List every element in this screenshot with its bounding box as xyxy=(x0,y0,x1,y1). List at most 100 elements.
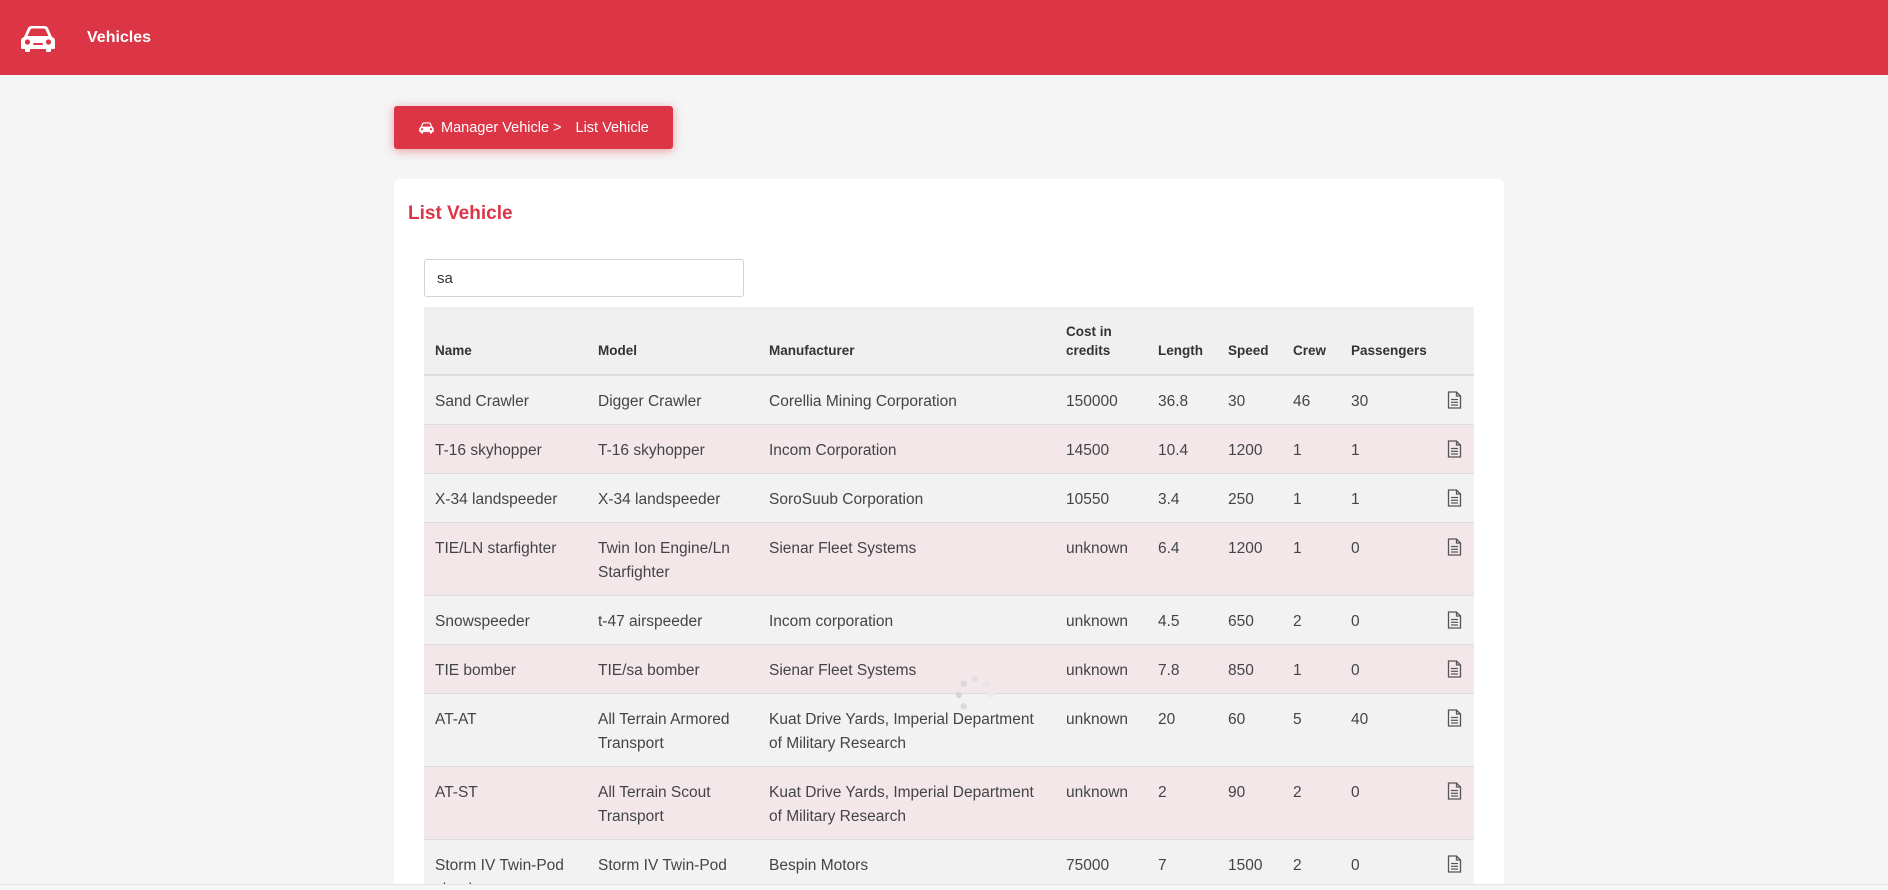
cell-crew: 5 xyxy=(1282,693,1340,767)
cell-crew: 1 xyxy=(1282,644,1340,694)
cell-name: Storm IV Twin-Pod cloud car xyxy=(424,839,587,890)
table-row[interactable]: Sand Crawler Digger Crawler Corellia Minin… xyxy=(424,375,1474,425)
cell-name: Snowspeeder xyxy=(424,595,587,645)
cell-manufacturer: Incom corporation xyxy=(758,595,1055,645)
page-title: List Vehicle xyxy=(408,203,513,224)
cell-crew: 2 xyxy=(1282,766,1340,840)
cell-cost: unknown xyxy=(1055,644,1147,694)
table-row[interactable]: AT-AT All Terrain Armored Transport Kuat D… xyxy=(424,693,1474,767)
table-row[interactable]: Snowspeeder t-47 airspeeder Incom corporat… xyxy=(424,595,1474,645)
document-icon[interactable] xyxy=(1445,854,1463,874)
cell-crew: 46 xyxy=(1282,375,1340,425)
column-header-model[interactable]: Model xyxy=(587,307,758,376)
cell-model: Digger Crawler xyxy=(587,375,758,425)
table-row[interactable]: Storm IV Twin-Pod cloud carStorm IV Twin… xyxy=(424,839,1474,890)
cell-speed: 90 xyxy=(1217,766,1282,840)
cell-length: 10.4 xyxy=(1147,424,1217,474)
row-action xyxy=(1434,375,1474,425)
cell-speed: 250 xyxy=(1217,473,1282,523)
cell-length: 20 xyxy=(1147,693,1217,767)
cell-model: T-16 skyhopper xyxy=(587,424,758,474)
cell-speed: 30 xyxy=(1217,375,1282,425)
car-icon[interactable] xyxy=(18,22,58,54)
cell-model: TIE/sa bomber xyxy=(587,644,758,694)
row-action xyxy=(1434,473,1474,523)
column-header-manufacturer[interactable]: Manufacturer xyxy=(758,307,1055,376)
column-header-name[interactable]: Name xyxy=(424,307,587,376)
cell-passengers: 0 xyxy=(1340,522,1434,596)
cell-length: 6.4 xyxy=(1147,522,1217,596)
cell-cost: 75000 xyxy=(1055,839,1147,890)
cell-length: 3.4 xyxy=(1147,473,1217,523)
cell-name: Sand Crawler xyxy=(424,375,587,425)
breadcrumb-parent[interactable]: Manager Vehicle > xyxy=(441,120,562,136)
document-icon[interactable] xyxy=(1445,610,1463,630)
vehicle-table-container: Name Model Manufacturer Cost in credits … xyxy=(424,307,1474,890)
column-header-crew[interactable]: Crew xyxy=(1282,307,1340,376)
cell-speed: 850 xyxy=(1217,644,1282,694)
cell-model: Twin Ion Engine/Ln Starfighter xyxy=(587,522,758,596)
document-icon[interactable] xyxy=(1445,708,1463,728)
cell-crew: 2 xyxy=(1282,839,1340,890)
row-action xyxy=(1434,424,1474,474)
cell-manufacturer: Kuat Drive Yards, Imperial Department of… xyxy=(758,766,1055,840)
cell-manufacturer: Corellia Mining Corporation xyxy=(758,375,1055,425)
cell-crew: 1 xyxy=(1282,522,1340,596)
cell-cost: unknown xyxy=(1055,522,1147,596)
cell-crew: 2 xyxy=(1282,595,1340,645)
cell-speed: 650 xyxy=(1217,595,1282,645)
column-header-passengers[interactable]: Passengers xyxy=(1340,307,1434,376)
car-icon xyxy=(418,121,435,134)
cell-passengers: 0 xyxy=(1340,644,1434,694)
document-icon[interactable] xyxy=(1445,537,1463,557)
cell-length: 4.5 xyxy=(1147,595,1217,645)
cell-name: T-16 skyhopper xyxy=(424,424,587,474)
table-header-row: Name Model Manufacturer Cost in credits … xyxy=(424,307,1474,376)
breadcrumb-current: List Vehicle xyxy=(575,119,649,136)
cell-length: 7 xyxy=(1147,839,1217,890)
vehicle-table: Name Model Manufacturer Cost in credits … xyxy=(424,307,1474,890)
table-row[interactable]: TIE/LN starfighter Twin Ion Engine/Ln Sta… xyxy=(424,522,1474,596)
row-action xyxy=(1434,839,1474,890)
document-icon[interactable] xyxy=(1445,659,1463,679)
column-header-cost[interactable]: Cost in credits xyxy=(1055,307,1147,376)
table-row[interactable]: AT-ST All Terrain Scout Transport Kuat Dri… xyxy=(424,766,1474,840)
cell-manufacturer: Incom Corporation xyxy=(758,424,1055,474)
top-navbar: Vehicles xyxy=(0,0,1888,75)
cell-manufacturer: Sienar Fleet Systems xyxy=(758,644,1055,694)
cell-name: TIE bomber xyxy=(424,644,587,694)
cell-cost: unknown xyxy=(1055,766,1147,840)
column-header-length[interactable]: Length xyxy=(1147,307,1217,376)
breadcrumb: Manager Vehicle > List Vehicle xyxy=(394,106,673,149)
document-icon[interactable] xyxy=(1445,488,1463,508)
row-action xyxy=(1434,766,1474,840)
search-input[interactable] xyxy=(424,259,744,297)
table-row[interactable]: T-16 skyhopper T-16 skyhopper Incom Corpor… xyxy=(424,424,1474,474)
document-icon[interactable] xyxy=(1445,439,1463,459)
cell-name: TIE/LN starfighter xyxy=(424,522,587,596)
cell-length: 7.8 xyxy=(1147,644,1217,694)
cell-cost: 150000 xyxy=(1055,375,1147,425)
cell-model: t-47 airspeeder xyxy=(587,595,758,645)
document-icon[interactable] xyxy=(1445,781,1463,801)
table-row[interactable]: X-34 landspeeder X-34 landspeeder SoroSuub… xyxy=(424,473,1474,523)
cell-manufacturer: SoroSuub Corporation xyxy=(758,473,1055,523)
column-header-speed[interactable]: Speed xyxy=(1217,307,1282,376)
cell-passengers: 1 xyxy=(1340,473,1434,523)
page-bottom-edge xyxy=(0,884,1888,890)
cell-name: AT-ST xyxy=(424,766,587,840)
cell-crew: 1 xyxy=(1282,473,1340,523)
row-action xyxy=(1434,644,1474,694)
document-icon[interactable] xyxy=(1445,390,1463,410)
cell-cost: unknown xyxy=(1055,693,1147,767)
table-row[interactable]: TIE bomber TIE/sa bomber Sienar Fleet Syst… xyxy=(424,644,1474,694)
row-action xyxy=(1434,595,1474,645)
row-action xyxy=(1434,522,1474,596)
spinner-icon xyxy=(955,675,995,715)
cell-speed: 1500 xyxy=(1217,839,1282,890)
cell-passengers: 0 xyxy=(1340,595,1434,645)
cell-model: All Terrain Scout Transport xyxy=(587,766,758,840)
cell-model: All Terrain Armored Transport xyxy=(587,693,758,767)
app-title[interactable]: Vehicles xyxy=(87,29,151,47)
cell-passengers: 30 xyxy=(1340,375,1434,425)
